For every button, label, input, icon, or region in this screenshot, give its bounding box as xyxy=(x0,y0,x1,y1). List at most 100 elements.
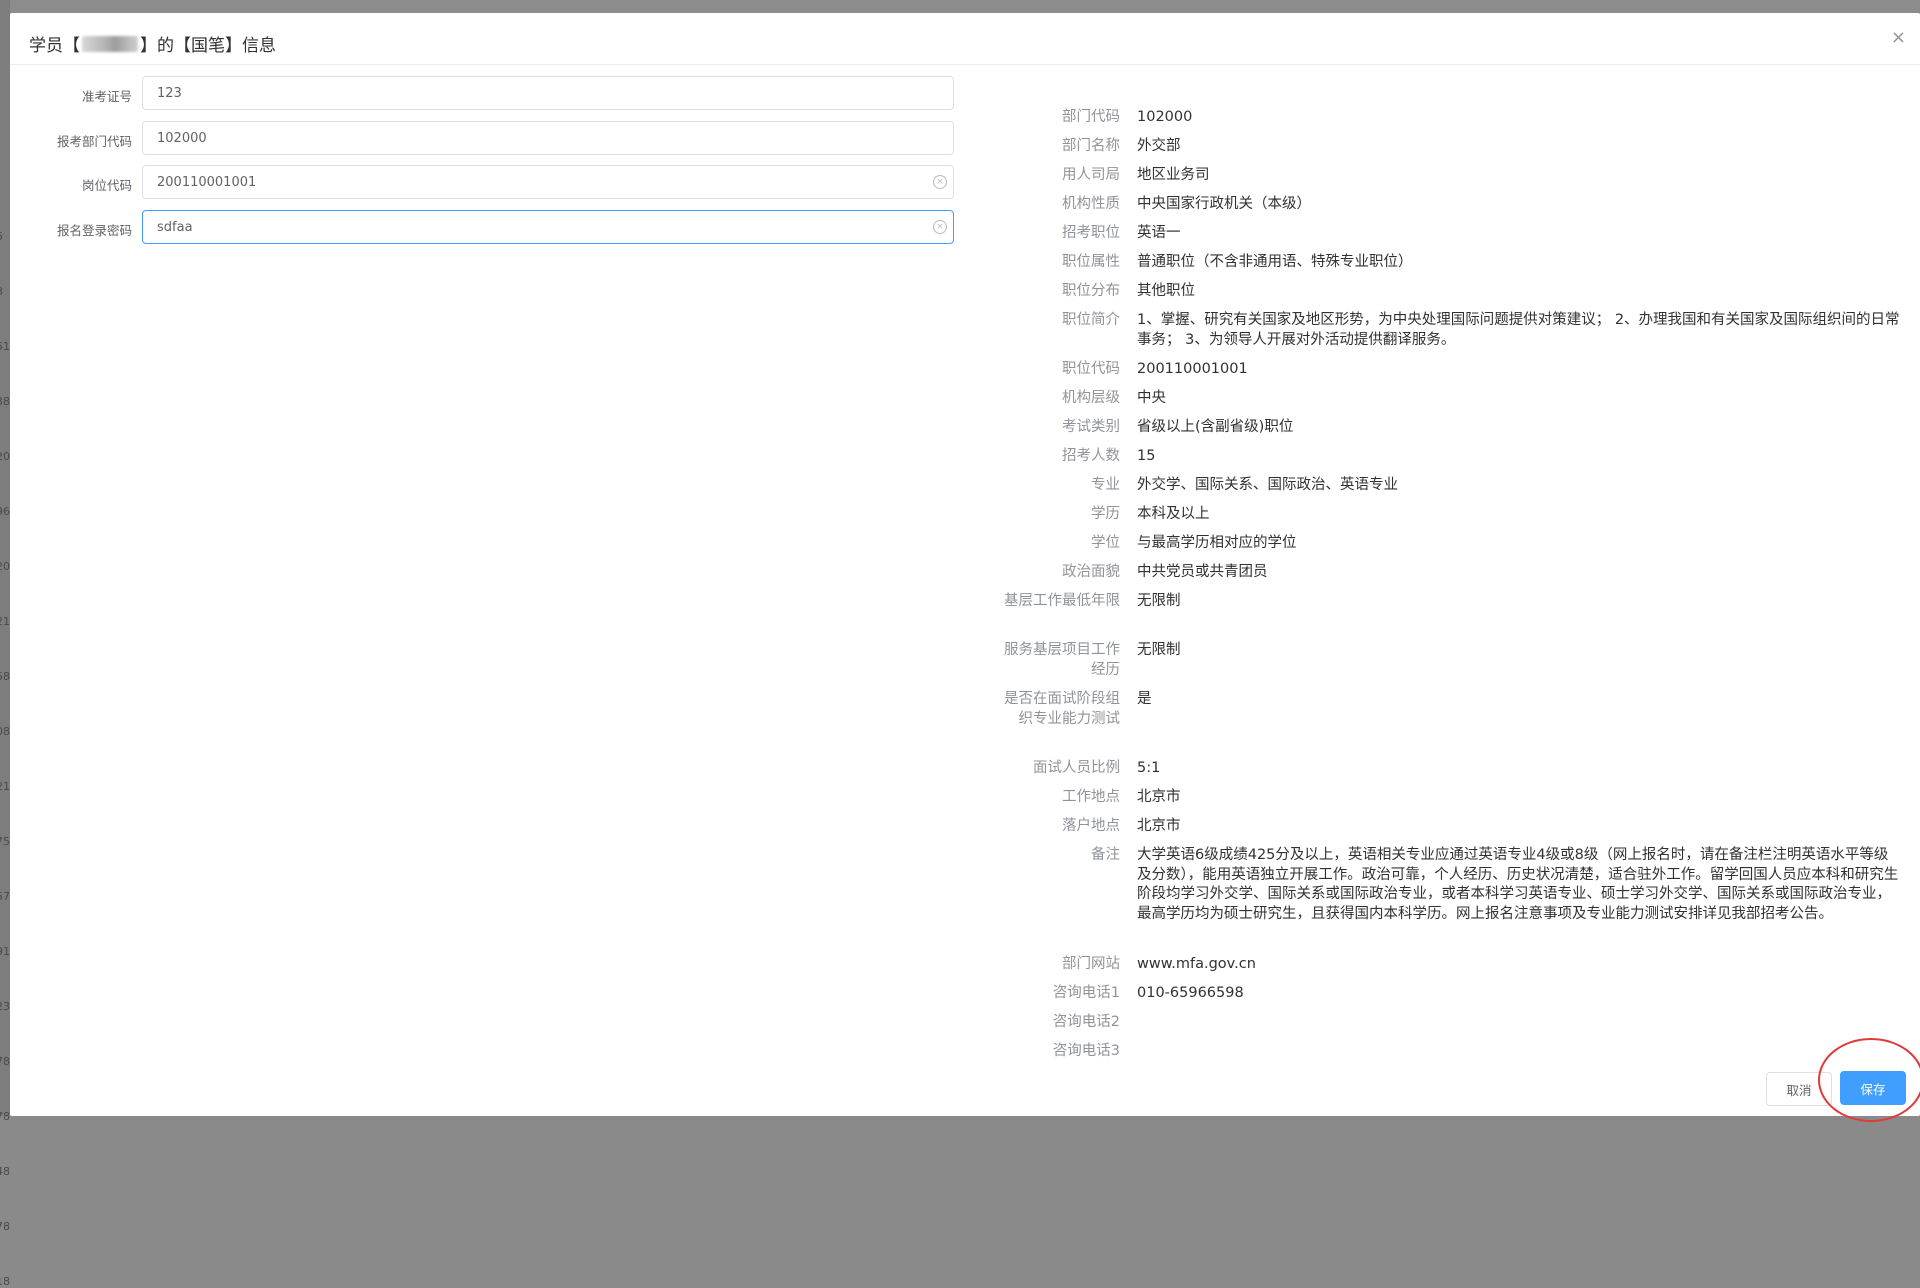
background-digit: 96 xyxy=(0,505,10,518)
form-label: 报名登录密码 xyxy=(56,223,132,238)
detail-label: 咨询电话3 xyxy=(1052,1043,1120,1059)
detail-label: 落户地点 xyxy=(1062,818,1120,834)
detail-value: 1、掌握、研究有关国家及地区形势，为中央处理国际问题提供对策建议； 2、办理我国… xyxy=(1137,312,1900,348)
background-digit: 08 xyxy=(0,725,10,738)
detail-label: 咨询电话1 xyxy=(1052,985,1120,1001)
detail-row: 专业 外交学、国际关系、国际政治、英语专业 xyxy=(1000,476,1900,496)
background-digit: 20 xyxy=(0,560,10,573)
detail-label: 职位简介 xyxy=(1062,312,1120,328)
detail-label: 学位 xyxy=(1091,535,1120,551)
background-digit: 91 xyxy=(0,945,10,958)
detail-row: 机构层级 中央 xyxy=(1000,389,1900,409)
detail-label: 面试人员比例 xyxy=(1033,760,1120,776)
detail-value: 省级以上(含副省级)职位 xyxy=(1137,419,1294,435)
detail-value xyxy=(1137,1013,1900,1033)
form-row-login-password: 报名登录密码 × xyxy=(10,210,960,244)
detail-row: 基层工作最低年限 无限制 xyxy=(1000,592,1900,612)
detail-row: 部门网站 www.mfa.gov.cn xyxy=(1000,955,1900,975)
detail-value: 中央 xyxy=(1137,390,1166,406)
position-code-input[interactable] xyxy=(142,165,954,199)
detail-label: 考试类别 xyxy=(1062,419,1120,435)
form-label: 报考部门代码 xyxy=(56,134,132,149)
detail-row: 职位分布 其他职位 xyxy=(1000,282,1900,302)
form-label: 岗位代码 xyxy=(81,178,132,193)
detail-row: 学位 与最高学历相对应的学位 xyxy=(1000,534,1900,554)
detail-row: 用人司局 地区业务司 xyxy=(1000,166,1900,186)
detail-label: 学历 xyxy=(1091,506,1120,522)
detail-label: 部门名称 xyxy=(1062,138,1120,154)
detail-value: 其他职位 xyxy=(1137,283,1195,299)
background-digit: 21 xyxy=(0,780,10,793)
detail-value: www.mfa.gov.cn xyxy=(1137,956,1256,972)
detail-value: 普通职位（不含非通用语、特殊专业职位） xyxy=(1137,254,1413,270)
detail-value: 本科及以上 xyxy=(1137,506,1210,522)
clear-icon[interactable]: × xyxy=(933,220,947,234)
detail-label: 机构性质 xyxy=(1062,196,1120,212)
detail-value: 外交学、国际关系、国际政治、英语专业 xyxy=(1137,477,1398,493)
save-button[interactable]: 保存 xyxy=(1840,1071,1906,1105)
dialog-title: 学员【 】的【国笔】信息 xyxy=(29,31,276,56)
cancel-button[interactable]: 取消 xyxy=(1766,1072,1832,1106)
detail-label: 专业 xyxy=(1091,477,1120,493)
detail-label: 部门网站 xyxy=(1062,956,1120,972)
dialog-title-prefix: 学员【 xyxy=(29,36,80,56)
background-digit: 58 xyxy=(0,670,10,683)
student-info-dialog: 学员【 】的【国笔】信息 × 准考证号 报考部门代码 岗位代码 × 报名登录密码… xyxy=(10,13,1920,1122)
background-digit: 51 xyxy=(0,340,10,353)
background-digit: 23 xyxy=(0,1000,10,1013)
background-digit: 78 xyxy=(0,1110,10,1123)
background-digit: 20 xyxy=(0,450,10,463)
redacted-student-name xyxy=(82,35,138,52)
detail-label: 备注 xyxy=(1091,847,1120,863)
detail-value: 无限制 xyxy=(1137,642,1181,658)
detail-label: 咨询电话2 xyxy=(1052,1014,1120,1030)
detail-row: 面试人员比例 5:1 xyxy=(1000,759,1900,779)
background-digit: 57 xyxy=(0,890,10,903)
detail-value: 外交部 xyxy=(1137,138,1181,154)
detail-row: 职位代码 200110001001 xyxy=(1000,360,1900,380)
detail-label: 机构层级 xyxy=(1062,390,1120,406)
admission-number-input[interactable] xyxy=(142,76,954,110)
detail-row: 部门代码 102000 xyxy=(1000,108,1900,128)
detail-row: 备注 大学英语6级成绩425分及以上，英语相关专业应通过英语专业4级或8级（网上报… xyxy=(1000,846,1900,924)
detail-row: 部门名称 外交部 xyxy=(1000,137,1900,157)
detail-value: 北京市 xyxy=(1137,818,1181,834)
detail-value: 15 xyxy=(1137,448,1156,464)
background-digit: 21 xyxy=(0,615,10,628)
detail-row: 服务基层项目工作经历 无限制 xyxy=(1000,641,1900,680)
detail-row: 学历 本科及以上 xyxy=(1000,505,1900,525)
detail-label: 招考职位 xyxy=(1062,225,1120,241)
detail-value: 地区业务司 xyxy=(1137,167,1210,183)
background-digit: 38 xyxy=(0,395,10,408)
detail-label: 部门代码 xyxy=(1062,109,1120,125)
detail-value: 5:1 xyxy=(1137,760,1161,776)
detail-row: 职位简介 1、掌握、研究有关国家及地区形势，为中央处理国际问题提供对策建议； 2、… xyxy=(1000,311,1900,350)
close-icon[interactable]: × xyxy=(1891,29,1906,47)
form-row-position-code: 岗位代码 × xyxy=(10,165,960,199)
detail-row: 咨询电话1 010-65966598 xyxy=(1000,984,1900,1004)
detail-value: 中共党员或共青团员 xyxy=(1137,564,1268,580)
detail-value: 是 xyxy=(1137,691,1152,707)
background-digit: 5 xyxy=(0,230,3,243)
detail-label: 职位分布 xyxy=(1062,283,1120,299)
detail-value: 与最高学历相对应的学位 xyxy=(1137,535,1297,551)
detail-row: 招考职位 英语一 xyxy=(1000,224,1900,244)
detail-label: 职位代码 xyxy=(1062,361,1120,377)
clear-icon[interactable]: × xyxy=(933,175,947,189)
form-row-admission-number: 准考证号 xyxy=(10,76,960,110)
form-label: 准考证号 xyxy=(81,89,132,104)
dialog-header: 学员【 】的【国笔】信息 × xyxy=(10,13,1920,65)
background-digit: 78 xyxy=(0,1055,10,1068)
login-password-input[interactable] xyxy=(142,210,954,244)
detail-row: 落户地点 北京市 xyxy=(1000,817,1900,837)
department-code-input[interactable] xyxy=(142,121,954,155)
detail-label: 基层工作最低年限 xyxy=(1004,593,1120,609)
detail-value xyxy=(1137,1042,1900,1062)
detail-row: 是否在面试阶段组织专业能力测试 是 xyxy=(1000,690,1900,729)
detail-row: 咨询电话2 xyxy=(1000,1013,1900,1033)
detail-label: 是否在面试阶段组织专业能力测试 xyxy=(1004,691,1120,727)
background-digit: 3 xyxy=(0,285,3,298)
background-digit: 75 xyxy=(0,835,10,848)
detail-value: 英语一 xyxy=(1137,225,1181,241)
detail-row: 咨询电话3 xyxy=(1000,1042,1900,1062)
